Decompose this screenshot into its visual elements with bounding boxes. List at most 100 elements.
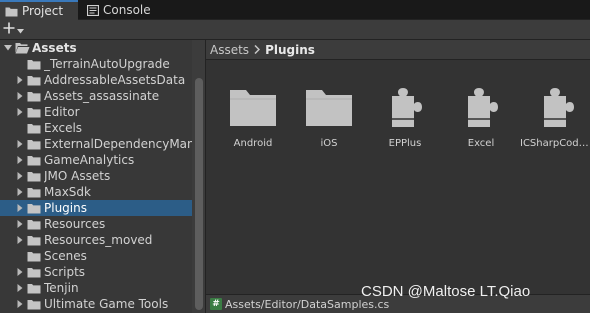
folder-icon xyxy=(26,280,42,296)
tree-item-externaldependencymanager[interactable]: ExternalDependencyManager xyxy=(0,136,192,152)
project-toolbar xyxy=(0,20,590,40)
tree-item-ultimate-game-tools[interactable]: Ultimate Game Tools xyxy=(0,296,192,312)
tree-item-label: GameAnalytics xyxy=(44,153,135,167)
tree-item-label: Tenjin xyxy=(44,281,79,295)
asset-name: ICSharpCode.SharpZipLib xyxy=(520,138,590,149)
asset-name: Excel xyxy=(467,138,495,149)
tree-item-label: Scenes xyxy=(44,249,87,263)
csharp-script-icon: # xyxy=(210,298,222,310)
watermark: CSDN @Maltose LT.Qiao xyxy=(361,283,531,300)
expand-arrow-icon[interactable] xyxy=(2,40,14,56)
tree-item-resources[interactable]: Resources xyxy=(0,216,192,232)
tab-console[interactable]: Console xyxy=(82,0,160,20)
tree-item-scenes[interactable]: Scenes xyxy=(0,248,192,264)
asset-tile-icsharpcode-sharpziplib[interactable]: ICSharpCode.SharpZipLib xyxy=(520,78,590,154)
expand-arrow-icon[interactable] xyxy=(14,72,26,88)
tree-item-gameanalytics[interactable]: GameAnalytics xyxy=(0,152,192,168)
folder-icon xyxy=(26,296,42,312)
expand-arrow-icon[interactable] xyxy=(14,232,26,248)
tree-item-scripts[interactable]: Scripts xyxy=(0,264,192,280)
breadcrumb-assets[interactable]: Assets xyxy=(210,43,249,57)
expand-arrow-placeholder xyxy=(14,120,26,136)
expand-arrow-icon[interactable] xyxy=(14,136,26,152)
folder-icon xyxy=(26,232,42,248)
asset-tile-ios[interactable]: iOS xyxy=(292,78,366,154)
folder-icon xyxy=(26,200,42,216)
asset-name: EPPlus xyxy=(388,138,422,149)
tree-item-label: Resources_moved xyxy=(44,233,153,247)
tree-item-jmo-assets[interactable]: JMO Assets xyxy=(0,168,192,184)
tree-item-editor[interactable]: Editor xyxy=(0,104,192,120)
expand-arrow-icon[interactable] xyxy=(14,264,26,280)
asset-tile-android[interactable]: Android xyxy=(216,78,290,154)
tree-item-label: _TerrainAutoUpgrade xyxy=(44,57,170,71)
tree-item-label: JMO Assets xyxy=(44,169,111,183)
tree-item-maxsdk[interactable]: MaxSdk xyxy=(0,184,192,200)
folder-icon xyxy=(26,248,42,264)
open-folder-icon xyxy=(14,40,30,56)
tab-label: Console xyxy=(103,3,151,17)
tree-item-label: Editor xyxy=(44,105,80,119)
folder-icon xyxy=(292,78,366,138)
folder-icon xyxy=(26,56,42,72)
expand-arrow-icon[interactable] xyxy=(14,216,26,232)
expand-arrow-icon[interactable] xyxy=(14,296,26,312)
folder-icon xyxy=(26,216,42,232)
console-icon xyxy=(87,4,99,16)
folder-icon xyxy=(26,120,42,136)
tree-item-assets[interactable]: Assets xyxy=(0,40,192,56)
folder-icon xyxy=(26,104,42,120)
tree-item-excels[interactable]: Excels xyxy=(0,120,192,136)
expand-arrow-icon[interactable] xyxy=(14,152,26,168)
tree-item-label: ExternalDependencyManager xyxy=(44,137,192,151)
expand-arrow-icon[interactable] xyxy=(14,184,26,200)
folder-icon xyxy=(26,152,42,168)
plugin-icon xyxy=(520,78,590,138)
breadcrumb: Assets Plugins xyxy=(206,40,590,60)
project-folder-tree: Assets _TerrainAutoUpgrade AddressableAss… xyxy=(0,40,205,313)
expand-arrow-placeholder xyxy=(14,248,26,264)
tree-item-addressableassetsdata[interactable]: AddressableAssetsData xyxy=(0,72,192,88)
asset-name: iOS xyxy=(320,138,338,149)
folder-icon xyxy=(26,264,42,280)
folder-icon xyxy=(26,72,42,88)
breadcrumb-plugins[interactable]: Plugins xyxy=(265,43,315,57)
tree-item-resources-moved[interactable]: Resources_moved xyxy=(0,232,192,248)
tab-label: Project xyxy=(22,4,64,18)
asset-name: Android xyxy=(233,138,273,149)
tree-item-label: Excels xyxy=(44,121,83,135)
tree-scrollbar-thumb[interactable] xyxy=(195,78,203,310)
expand-arrow-icon[interactable] xyxy=(14,200,26,216)
tab-project[interactable]: Project xyxy=(0,0,78,20)
expand-arrow-icon[interactable] xyxy=(14,104,26,120)
expand-arrow-icon[interactable] xyxy=(14,280,26,296)
folder-icon xyxy=(216,78,290,138)
tree-item-label: AddressableAssetsData xyxy=(44,73,186,87)
tree-item-plugins[interactable]: Plugins xyxy=(0,200,192,216)
tree-item-label: Ultimate Game Tools xyxy=(44,297,169,311)
expand-arrow-placeholder xyxy=(14,56,26,72)
plugin-icon xyxy=(444,78,518,138)
folder-icon xyxy=(26,168,42,184)
chevron-right-icon xyxy=(254,43,261,57)
expand-arrow-icon[interactable] xyxy=(14,168,26,184)
tree-item-label: Scripts xyxy=(44,265,86,279)
tree-item-label: MaxSdk xyxy=(44,185,91,199)
plus-icon xyxy=(3,22,15,37)
tree-item-terrainautoupgrade[interactable]: _TerrainAutoUpgrade xyxy=(0,56,192,72)
create-asset-button[interactable] xyxy=(3,21,31,38)
tree-item-label: Resources xyxy=(44,217,106,231)
window-tab-strip: Project Console xyxy=(0,0,590,20)
tree-item-label: Assets xyxy=(32,41,77,55)
tree-item-assets-assassinate[interactable]: Assets_assassinate xyxy=(0,88,192,104)
asset-tile-epplus[interactable]: EPPlus xyxy=(368,78,442,154)
expand-arrow-icon[interactable] xyxy=(14,88,26,104)
folder-icon xyxy=(26,184,42,200)
folder-icon xyxy=(26,88,42,104)
tree-item-tenjin[interactable]: Tenjin xyxy=(0,280,192,296)
folder-icon xyxy=(5,6,18,17)
asset-browser: Assets Plugins Android iOS EPPlus Excel ICSh… xyxy=(206,40,590,313)
tree-item-label: Plugins xyxy=(44,201,87,215)
tree-item-label: Assets_assassinate xyxy=(44,89,160,103)
asset-tile-excel[interactable]: Excel xyxy=(444,78,518,154)
